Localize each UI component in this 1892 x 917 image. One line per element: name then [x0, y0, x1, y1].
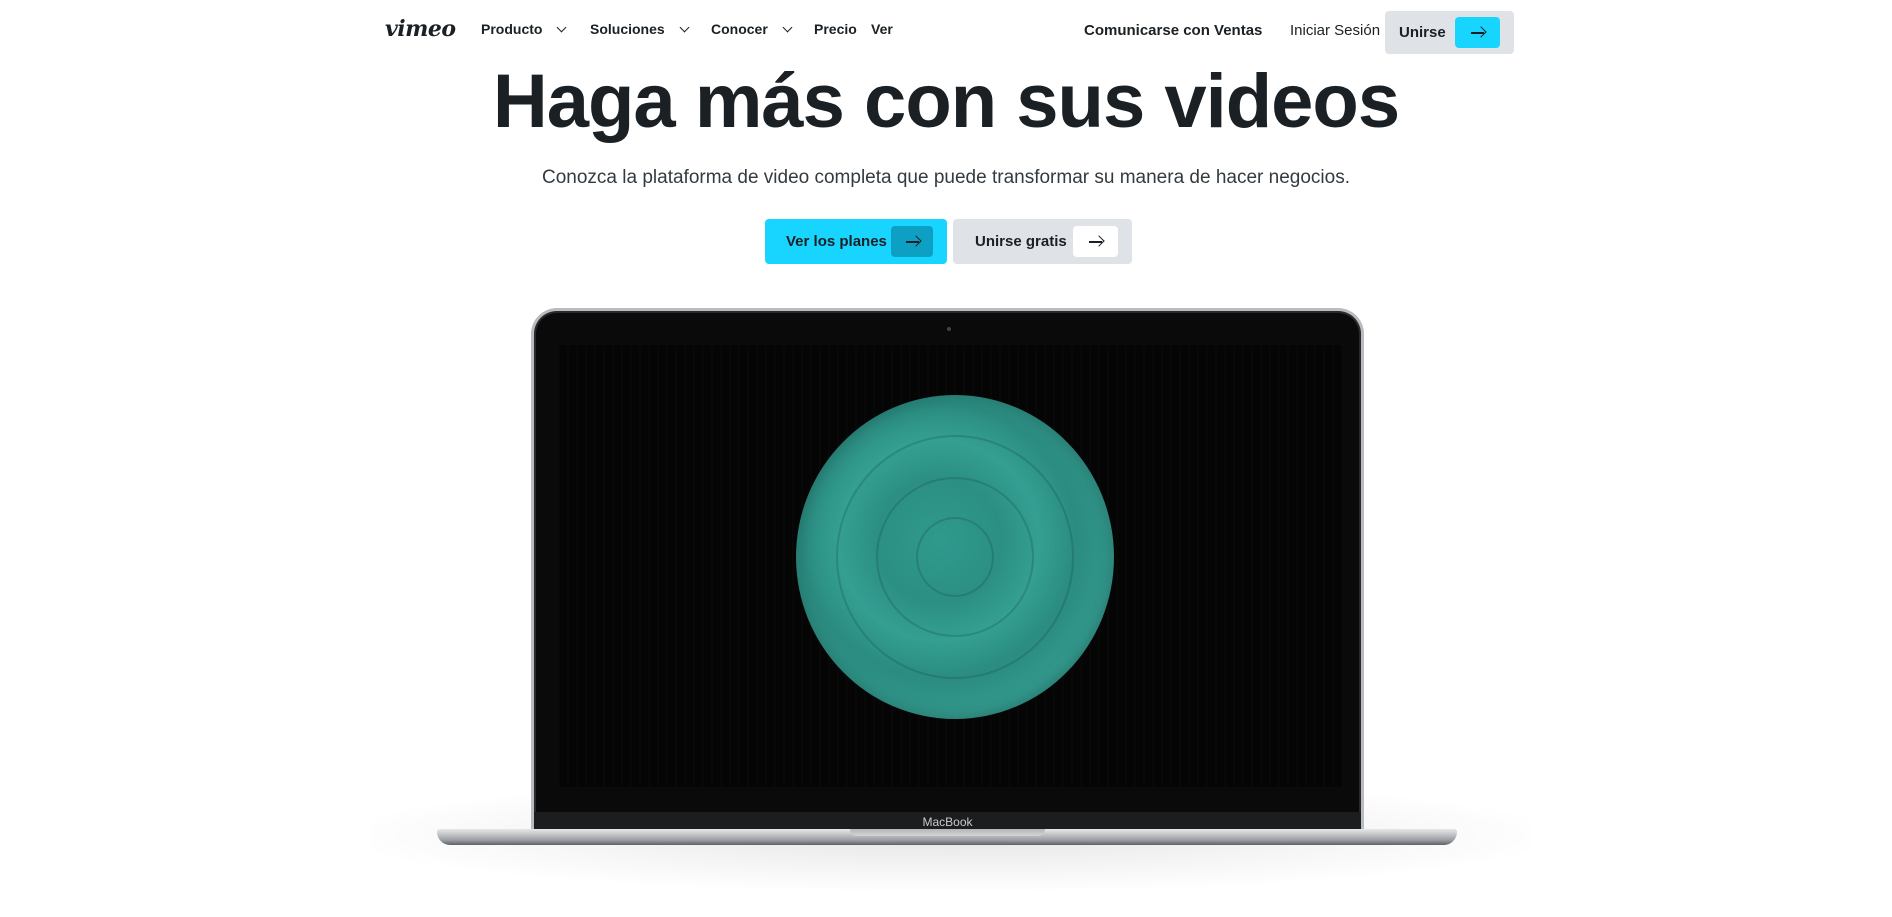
nav-item-label: Precio — [814, 21, 857, 37]
laptop-base-notch — [850, 829, 1045, 836]
see-plans-button[interactable]: Ver los planes — [765, 219, 947, 264]
nav-item-soluciones[interactable]: Soluciones — [590, 21, 690, 37]
contact-sales-link[interactable]: Comunicarse con Ventas — [1084, 22, 1262, 39]
camera-dot — [947, 327, 951, 331]
laptop-display: MacBook — [531, 308, 1364, 832]
laptop-brand-label: MacBook — [922, 815, 973, 829]
nav-item-label: Producto — [481, 21, 543, 37]
hero-subtitle: Conozca la plataforma de video completa … — [542, 167, 1350, 188]
page-title: Haga más con sus videos — [492, 59, 1400, 144]
see-plans-arrow-box — [891, 226, 933, 257]
nav-item-ver[interactable]: Ver — [871, 21, 893, 37]
nav-item-label: Ver — [871, 21, 893, 37]
video-ring — [916, 517, 994, 597]
nav-item-conocer[interactable]: Conocer — [711, 21, 793, 37]
join-free-arrow-box — [1073, 226, 1118, 257]
arrow-right-icon — [1471, 31, 1484, 34]
join-free-button[interactable]: Unirse gratis — [953, 219, 1132, 264]
arrow-right-icon — [1089, 240, 1102, 243]
join-button-label: Unirse — [1399, 24, 1446, 41]
nav-item-label: Conocer — [711, 21, 768, 37]
see-plans-label: Ver los planes — [786, 233, 887, 250]
nav-item-producto[interactable]: Producto — [481, 21, 567, 37]
nav-item-label: Soluciones — [590, 21, 665, 37]
chevron-down-icon — [557, 22, 567, 32]
laptop-base — [437, 829, 1457, 845]
vimeo-logo[interactable]: vimeo — [385, 16, 456, 42]
hero-video[interactable] — [558, 345, 1342, 787]
video-teal-circle — [796, 395, 1114, 719]
chevron-down-icon — [782, 22, 793, 32]
login-link[interactable]: Iniciar Sesión — [1290, 22, 1380, 39]
arrow-right-icon — [905, 240, 919, 243]
join-arrow-box — [1455, 17, 1500, 48]
join-button[interactable]: Unirse — [1385, 11, 1514, 54]
top-nav: vimeo Producto Soluciones Conocer Precio… — [0, 0, 1892, 64]
chevron-down-icon — [679, 22, 690, 32]
nav-item-precio[interactable]: Precio — [814, 21, 857, 37]
join-free-label: Unirse gratis — [975, 233, 1067, 250]
